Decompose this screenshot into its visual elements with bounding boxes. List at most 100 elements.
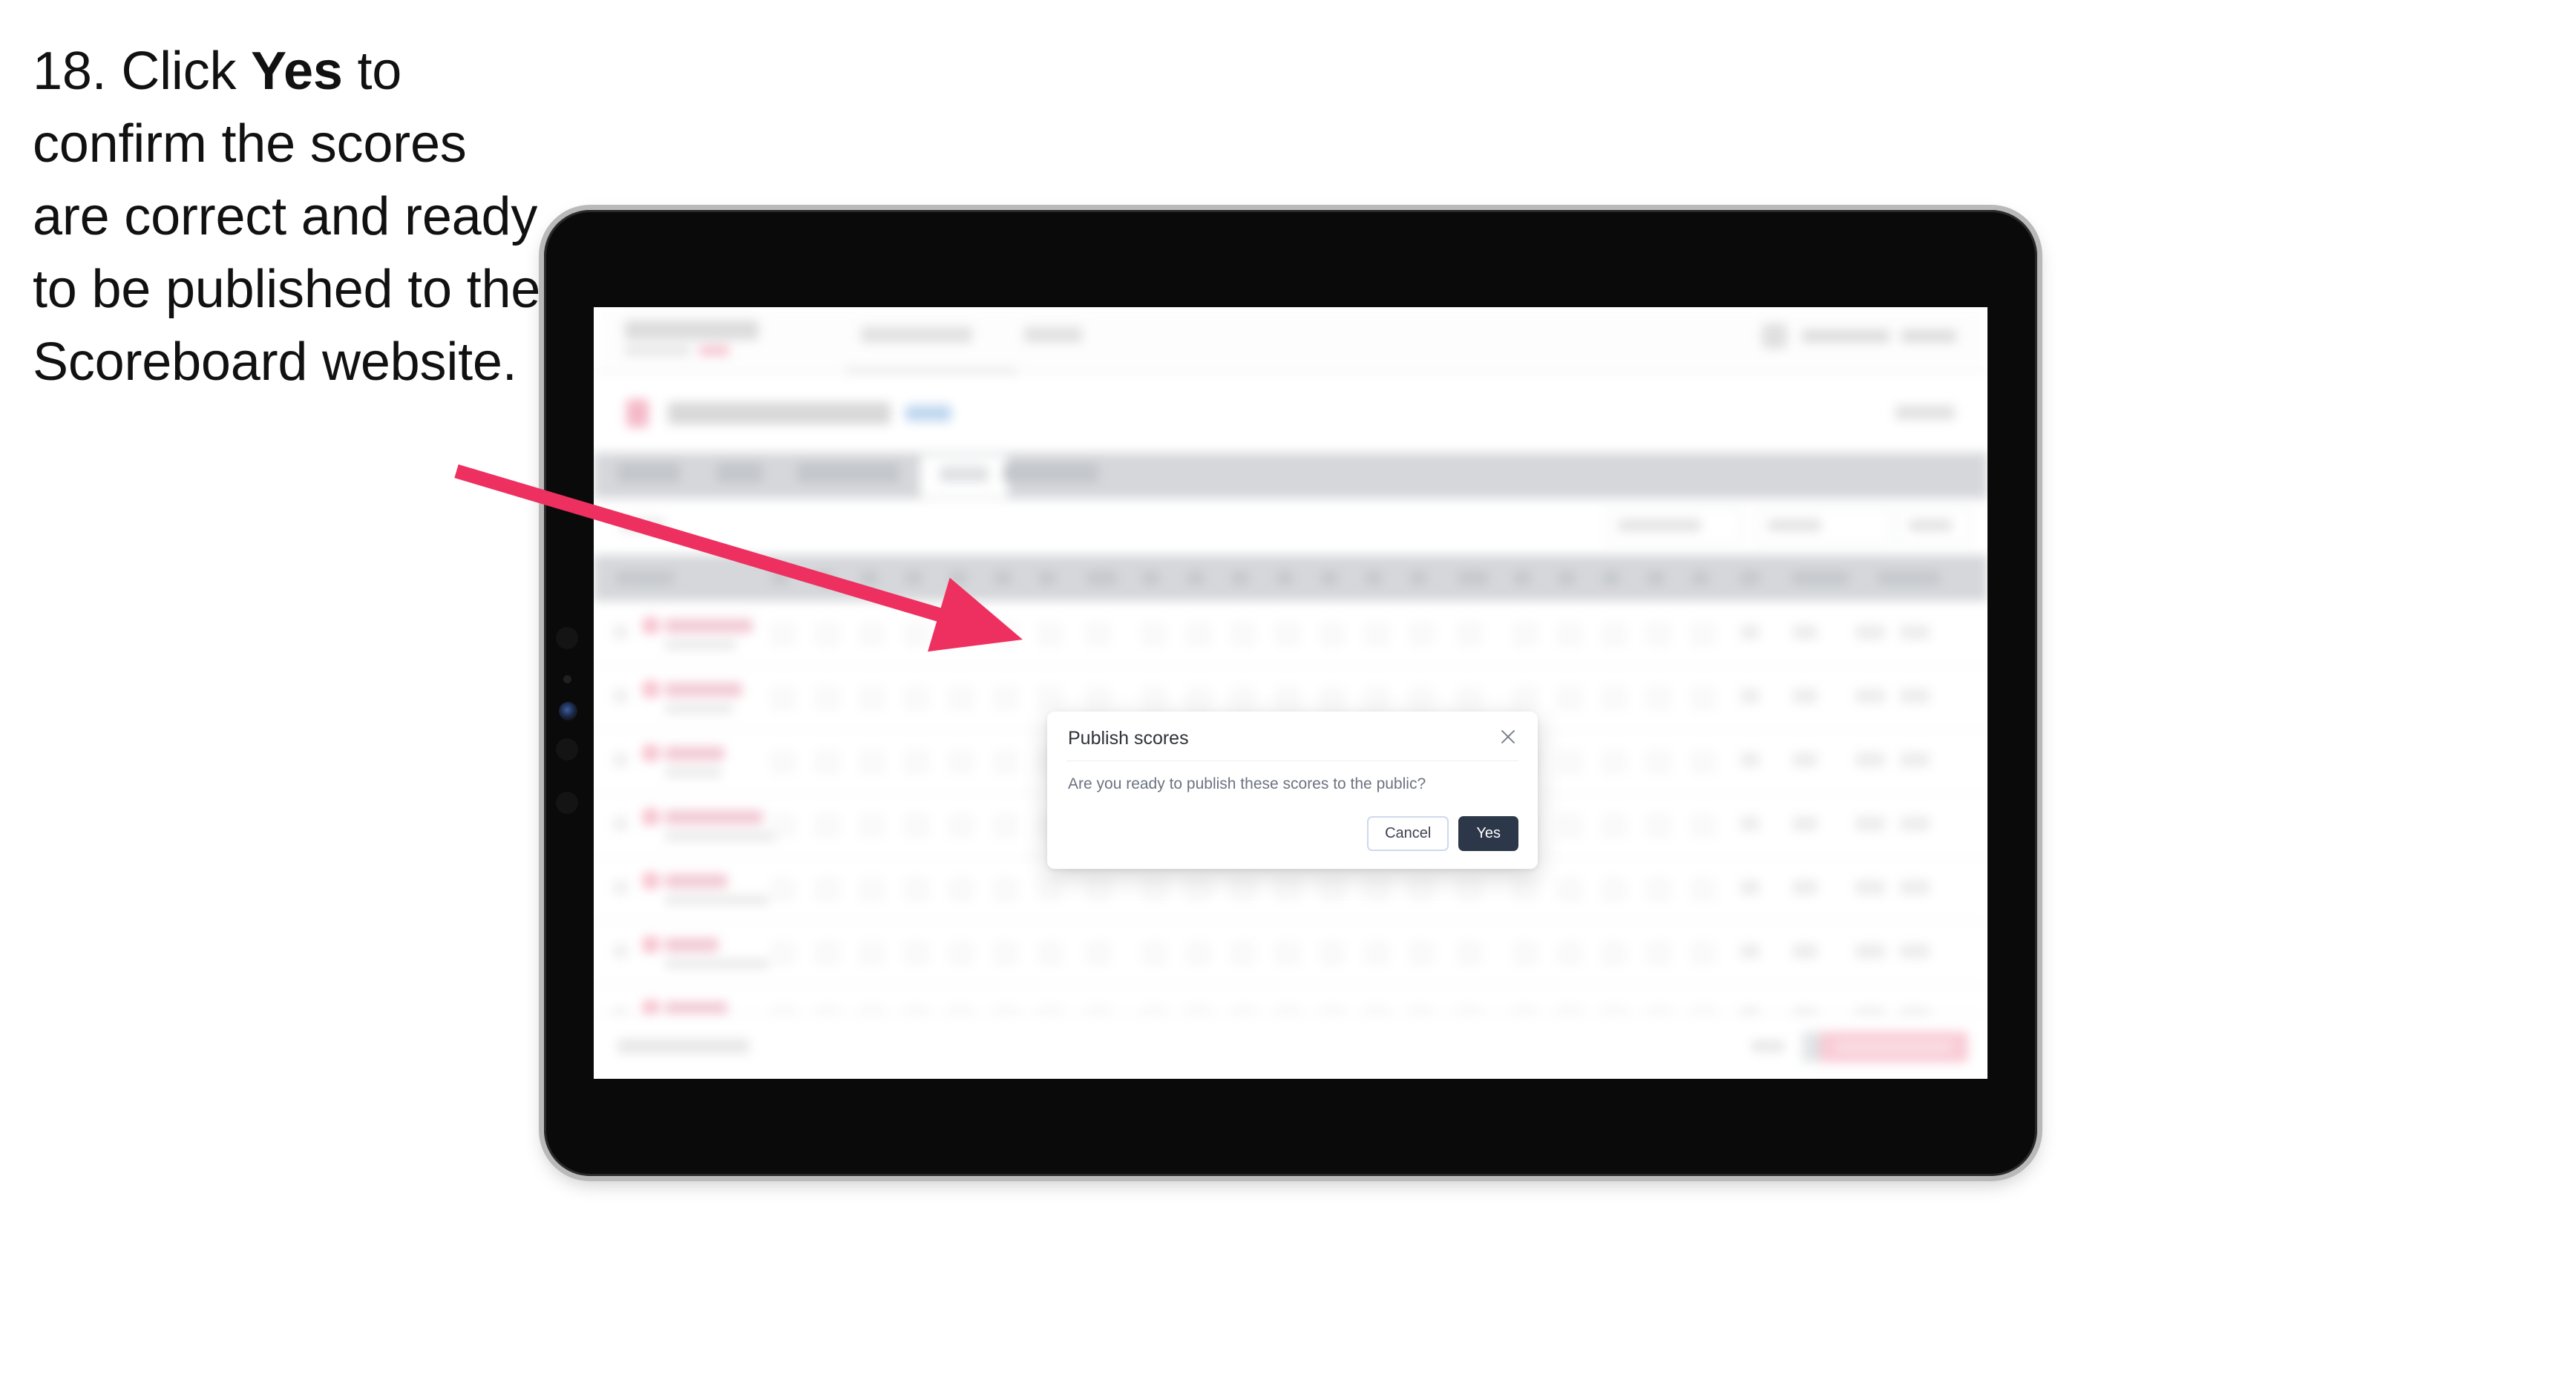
tab-1[interactable]	[617, 463, 680, 482]
score-cell[interactable]	[1648, 815, 1670, 837]
score-cell[interactable]	[1410, 687, 1432, 709]
score-cell[interactable]	[1514, 878, 1536, 901]
score-cell[interactable]	[1232, 623, 1254, 646]
score-cell[interactable]	[1321, 623, 1343, 646]
score-cell[interactable]	[1692, 878, 1714, 901]
score-cell[interactable]	[1514, 687, 1536, 709]
score-cell[interactable]	[1603, 623, 1625, 646]
score-cell[interactable]	[1559, 623, 1581, 646]
score-cell[interactable]	[1321, 878, 1343, 901]
score-cell[interactable]	[772, 687, 794, 709]
score-cell[interactable]	[1143, 942, 1165, 965]
score-cell[interactable]	[1187, 687, 1210, 709]
score-cell[interactable]	[1039, 687, 1061, 709]
score-cell[interactable]	[1187, 942, 1210, 965]
score-cell[interactable]	[1087, 878, 1110, 901]
score-cell[interactable]	[1039, 942, 1061, 965]
score-cell[interactable]	[1087, 623, 1110, 646]
score-cell[interactable]	[1087, 942, 1110, 965]
filter-dropdown-3[interactable]	[1897, 508, 1971, 545]
score-cell[interactable]	[772, 751, 794, 773]
score-cell[interactable]	[1692, 751, 1714, 773]
score-cell[interactable]	[772, 623, 794, 646]
score-cell[interactable]	[905, 623, 928, 646]
nav-item-secondary[interactable]	[1024, 326, 1082, 343]
score-cell[interactable]	[1276, 687, 1299, 709]
score-cell[interactable]	[1458, 942, 1481, 965]
score-cell[interactable]	[1410, 878, 1432, 901]
score-cell[interactable]	[1458, 878, 1481, 901]
score-cell[interactable]	[1603, 687, 1625, 709]
tab-3[interactable]	[797, 463, 899, 482]
table-row[interactable]	[594, 920, 1987, 985]
score-cell[interactable]	[1039, 623, 1061, 646]
score-cell[interactable]	[905, 942, 928, 965]
score-cell[interactable]	[1366, 687, 1388, 709]
score-cell[interactable]	[950, 687, 972, 709]
score-cell[interactable]	[1187, 878, 1210, 901]
score-cell[interactable]	[1648, 623, 1670, 646]
score-cell[interactable]	[1276, 878, 1299, 901]
score-cell[interactable]	[1087, 687, 1110, 709]
score-cell[interactable]	[816, 623, 839, 646]
score-cell[interactable]	[1276, 623, 1299, 646]
filter-dropdown-2[interactable]	[1756, 508, 1891, 545]
score-cell[interactable]	[816, 878, 839, 901]
score-cell[interactable]	[1648, 878, 1670, 901]
score-cell[interactable]	[1648, 687, 1670, 709]
user-name-label[interactable]	[1802, 329, 1890, 343]
score-cell[interactable]	[1366, 623, 1388, 646]
score-cell[interactable]	[950, 751, 972, 773]
score-cell[interactable]	[1232, 687, 1254, 709]
score-cell[interactable]	[1410, 942, 1432, 965]
score-cell[interactable]	[861, 751, 883, 773]
row-checkbox[interactable]	[613, 625, 628, 640]
score-cell[interactable]	[1692, 687, 1714, 709]
score-cell[interactable]	[994, 623, 1017, 646]
score-cell[interactable]	[950, 815, 972, 837]
score-cell[interactable]	[1603, 942, 1625, 965]
nav-item-primary[interactable]	[861, 326, 972, 343]
score-cell[interactable]	[1559, 878, 1581, 901]
score-cell[interactable]	[1559, 687, 1581, 709]
score-cell[interactable]	[1692, 942, 1714, 965]
row-checkbox[interactable]	[613, 816, 628, 831]
score-cell[interactable]	[994, 815, 1017, 837]
tab-5[interactable]	[1003, 463, 1098, 482]
score-cell[interactable]	[1559, 942, 1581, 965]
score-cell[interactable]	[1276, 942, 1299, 965]
score-cell[interactable]	[772, 815, 794, 837]
close-icon[interactable]	[1495, 723, 1521, 750]
brand-logo[interactable]	[625, 321, 758, 340]
score-cell[interactable]	[1321, 942, 1343, 965]
score-cell[interactable]	[1143, 623, 1165, 646]
score-cell[interactable]	[1458, 623, 1481, 646]
score-cell[interactable]	[1143, 878, 1165, 901]
footer-cancel-link[interactable]	[1751, 1040, 1784, 1052]
score-cell[interactable]	[861, 623, 883, 646]
score-cell[interactable]	[816, 815, 839, 837]
footer-publish-button[interactable]	[1820, 1031, 1968, 1063]
row-checkbox[interactable]	[613, 752, 628, 767]
score-cell[interactable]	[1648, 751, 1670, 773]
score-cell[interactable]	[1559, 815, 1581, 837]
score-cell[interactable]	[905, 751, 928, 773]
score-cell[interactable]	[772, 942, 794, 965]
score-cell[interactable]	[1603, 815, 1625, 837]
score-cell[interactable]	[861, 878, 883, 901]
score-cell[interactable]	[1232, 942, 1254, 965]
page-title-action[interactable]	[1895, 405, 1955, 420]
score-cell[interactable]	[994, 751, 1017, 773]
score-cell[interactable]	[1514, 623, 1536, 646]
score-cell[interactable]	[1366, 878, 1388, 901]
score-cell[interactable]	[1039, 878, 1061, 901]
row-checkbox[interactable]	[613, 944, 628, 959]
score-cell[interactable]	[861, 687, 883, 709]
score-cell[interactable]	[1232, 878, 1254, 901]
score-cell[interactable]	[1187, 623, 1210, 646]
score-cell[interactable]	[1410, 623, 1432, 646]
score-cell[interactable]	[905, 687, 928, 709]
filter-dropdown-1[interactable]	[1606, 508, 1743, 545]
cancel-button[interactable]: Cancel	[1367, 816, 1449, 851]
score-cell[interactable]	[1648, 942, 1670, 965]
